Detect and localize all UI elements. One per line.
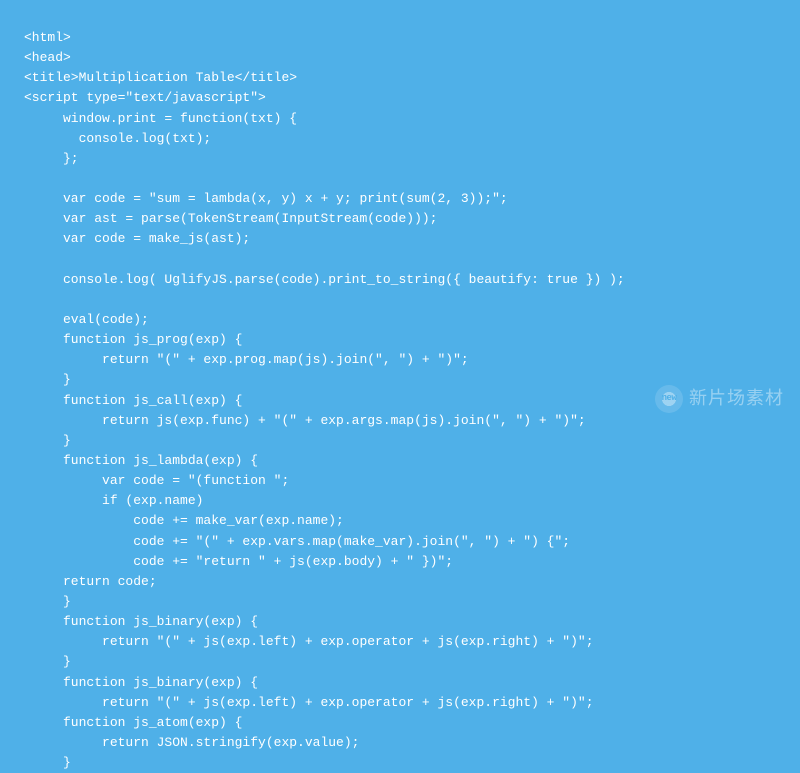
code-block: <html> <head> <title>Multiplication Tabl…: [24, 28, 776, 773]
